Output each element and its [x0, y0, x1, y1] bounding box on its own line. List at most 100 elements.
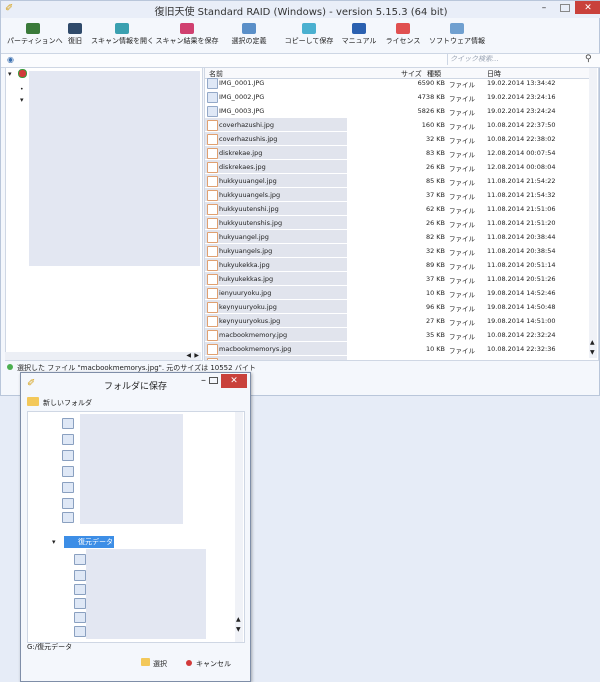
title-bar: ✐ 復旧天使 Standard RAID (Windows) - version…	[1, 1, 600, 18]
drive-icon[interactable]	[62, 450, 74, 461]
toolbar-button[interactable]: 復旧	[63, 19, 87, 51]
cell-date: 11.08.2014 20:38:44	[487, 233, 556, 241]
drive-icon[interactable]	[74, 598, 86, 609]
toolbar-button[interactable]: 選択の定義	[221, 19, 277, 51]
dialog-minimize-button[interactable]: –	[201, 375, 206, 386]
drive-icon[interactable]	[62, 482, 74, 493]
search-input[interactable]: クイック検索...	[447, 53, 586, 65]
folder-tree[interactable]: ▾ 復元データ ▲ ▼	[27, 411, 245, 643]
drive-icon[interactable]	[62, 512, 74, 523]
cell-size: 62 KB	[425, 205, 445, 213]
cell-type: ファイル	[449, 95, 475, 103]
dialog-close-button[interactable]: ✕	[221, 374, 247, 388]
table-row[interactable]: hukyukekka.jpg 89 KB ファイル 11.08.2014 20:51:…	[205, 258, 589, 272]
dialog-maximize-button[interactable]	[209, 377, 218, 384]
table-row[interactable]: coverhazushis.jpg 32 KB ファイル 10.08.2014 22:…	[205, 132, 589, 146]
search-icon[interactable]: ⚲	[585, 54, 595, 64]
main-window: ✐ 復旧天使 Standard RAID (Windows) - version…	[0, 0, 600, 396]
table-row[interactable]: diskrekaes.jpg 26 KB ファイル 12.08.2014 00:08:…	[205, 160, 589, 174]
table-row[interactable]: macbookmemorys.jpg 10 KB ファイル 10.08.2014 22…	[205, 342, 589, 356]
expand-arrow-icon[interactable]: ▾	[20, 96, 24, 104]
table-row[interactable]: hukyukekkas.jpg 37 KB ファイル 11.08.2014 20:51…	[205, 272, 589, 286]
cancel-button[interactable]: キャンセル	[196, 659, 231, 669]
drive-icon[interactable]	[62, 434, 74, 445]
table-row[interactable]: coverhazushi.jpg 160 KB ファイル 10.08.2014 22:…	[205, 118, 589, 132]
expand-arrow-icon[interactable]: ▾	[8, 70, 12, 78]
drive-icon[interactable]	[74, 554, 86, 565]
toolbar-button[interactable]: スキャン結果を保存	[155, 19, 219, 51]
table-row[interactable]: hukkyuuangels.jpg 37 KB ファイル 11.08.2014 21:…	[205, 188, 589, 202]
drive-icon[interactable]	[62, 466, 74, 477]
folder-node-group	[80, 414, 183, 524]
table-row[interactable]: hukkyuutenshi.jpg 62 KB ファイル 11.08.2014 21:…	[205, 202, 589, 216]
toolbar-icon	[302, 23, 316, 34]
cell-size: 37 KB	[425, 191, 445, 199]
table-row[interactable]: IMG_0002.JPG 4738 KB ファイル 19.02.2014 23:24:…	[205, 90, 589, 104]
table-row[interactable]: IMG_0003.JPG 5826 KB ファイル 19.02.2014 23:24:…	[205, 104, 589, 118]
cell-size: 26 KB	[425, 219, 445, 227]
cell-type: ファイル	[449, 193, 475, 201]
expand-arrow-icon[interactable]: ▾	[52, 538, 56, 546]
toolbar-button[interactable]: スキャン情報を開く	[91, 19, 154, 51]
cell-type: ファイル	[449, 165, 475, 173]
table-row[interactable]: hukyuangel.jpg 82 KB ファイル 11.08.2014 20:38:…	[205, 230, 589, 244]
new-folder-icon	[27, 397, 39, 406]
tree-bullet-icon: •	[20, 86, 24, 93]
toolbar-button[interactable]: ライセンス	[381, 19, 425, 51]
selected-folder[interactable]: 復元データ	[64, 536, 114, 548]
drive-icon[interactable]	[74, 626, 86, 637]
scroll-up-icon[interactable]: ▲	[590, 339, 595, 346]
cell-date: 11.08.2014 20:51:26	[487, 275, 556, 283]
drive-icon[interactable]	[74, 612, 86, 623]
cell-name: hukkyuuangels.jpg	[219, 191, 281, 199]
select-button[interactable]: 選択	[153, 659, 167, 669]
drive-icon[interactable]	[62, 498, 74, 509]
drive-icon[interactable]	[62, 418, 74, 429]
toolbar-label: 選択の定義	[231, 37, 267, 45]
cell-size: 89 KB	[425, 261, 445, 269]
table-row[interactable]: hukkyuuangel.jpg 85 KB ファイル 11.08.2014 21:5…	[205, 174, 589, 188]
path-field[interactable]: G:/復元データ	[27, 642, 243, 652]
table-row[interactable]: keynyuuryokus.jpg 27 KB ファイル 19.08.2014 14:…	[205, 314, 589, 328]
table-row[interactable]: diskrekae.jpg 83 KB ファイル 12.08.2014 00:07:5…	[205, 146, 589, 160]
cell-name: hukyukekkas.jpg	[219, 275, 274, 283]
scroll-down-icon[interactable]: ▼	[590, 349, 595, 356]
table-row[interactable]: hukyuangels.jpg 32 KB ファイル 11.08.2014 20:38…	[205, 244, 589, 258]
drive-icon[interactable]	[74, 584, 86, 595]
cell-date: 19.02.2014 23:24:16	[487, 93, 556, 101]
list-scrollbar[interactable]: ▲ ▼	[589, 68, 597, 358]
cancel-icon	[186, 660, 192, 666]
new-folder-button[interactable]: 新しいフォルダ	[43, 398, 92, 408]
scroll-left-icon[interactable]: ◀	[186, 352, 191, 359]
toolbar-button[interactable]: マニュアル	[341, 19, 377, 51]
cell-type: ファイル	[449, 277, 475, 285]
cell-type: ファイル	[449, 207, 475, 215]
cell-size: 83 KB	[425, 149, 445, 157]
close-button[interactable]: ✕	[575, 1, 600, 14]
cell-name: hukyuangels.jpg	[219, 247, 273, 255]
table-row[interactable]: keynyuuryoku.jpg 96 KB ファイル 19.08.2014 14:5…	[205, 300, 589, 314]
drive-icon[interactable]	[74, 570, 86, 581]
toolbar-button[interactable]: パーティションへ	[7, 19, 63, 51]
table-row[interactable]: macbookmemory.jpg 35 KB ファイル 10.08.2014 22:…	[205, 328, 589, 342]
toolbar-button[interactable]: ソフトウェア情報	[429, 19, 485, 51]
table-row[interactable]: IMG_0001.JPG 6590 KB ファイル 19.02.2014 13:34:…	[205, 76, 589, 90]
minimize-button[interactable]: –	[534, 1, 554, 15]
file-icon	[207, 106, 218, 117]
cell-size: 4738 KB	[417, 93, 445, 101]
table-row[interactable]: hukkyuutenshis.jpg 26 KB ファイル 11.08.2014 21…	[205, 216, 589, 230]
deleted-file-icon	[207, 218, 218, 229]
tree-horizontal-scrollbar[interactable]: ◀ ▶	[5, 352, 201, 360]
scroll-up-icon[interactable]: ▲	[236, 616, 241, 623]
scroll-right-icon[interactable]: ▶	[194, 352, 199, 359]
cell-name: hukyuangel.jpg	[219, 233, 269, 241]
table-row[interactable]: ienyuuryoku.jpg 10 KB ファイル 19.08.2014 14:52…	[205, 286, 589, 300]
toolbar-button[interactable]: コピーして保存	[281, 19, 337, 51]
folder-tree-scrollbar[interactable]: ▲ ▼	[235, 412, 243, 642]
cell-name: IMG_0001.JPG	[219, 79, 265, 87]
maximize-button[interactable]	[560, 4, 570, 12]
deleted-file-icon	[207, 176, 218, 187]
scroll-down-icon[interactable]: ▼	[236, 626, 241, 633]
deleted-file-icon	[207, 288, 218, 299]
cell-type: ファイル	[449, 263, 475, 271]
